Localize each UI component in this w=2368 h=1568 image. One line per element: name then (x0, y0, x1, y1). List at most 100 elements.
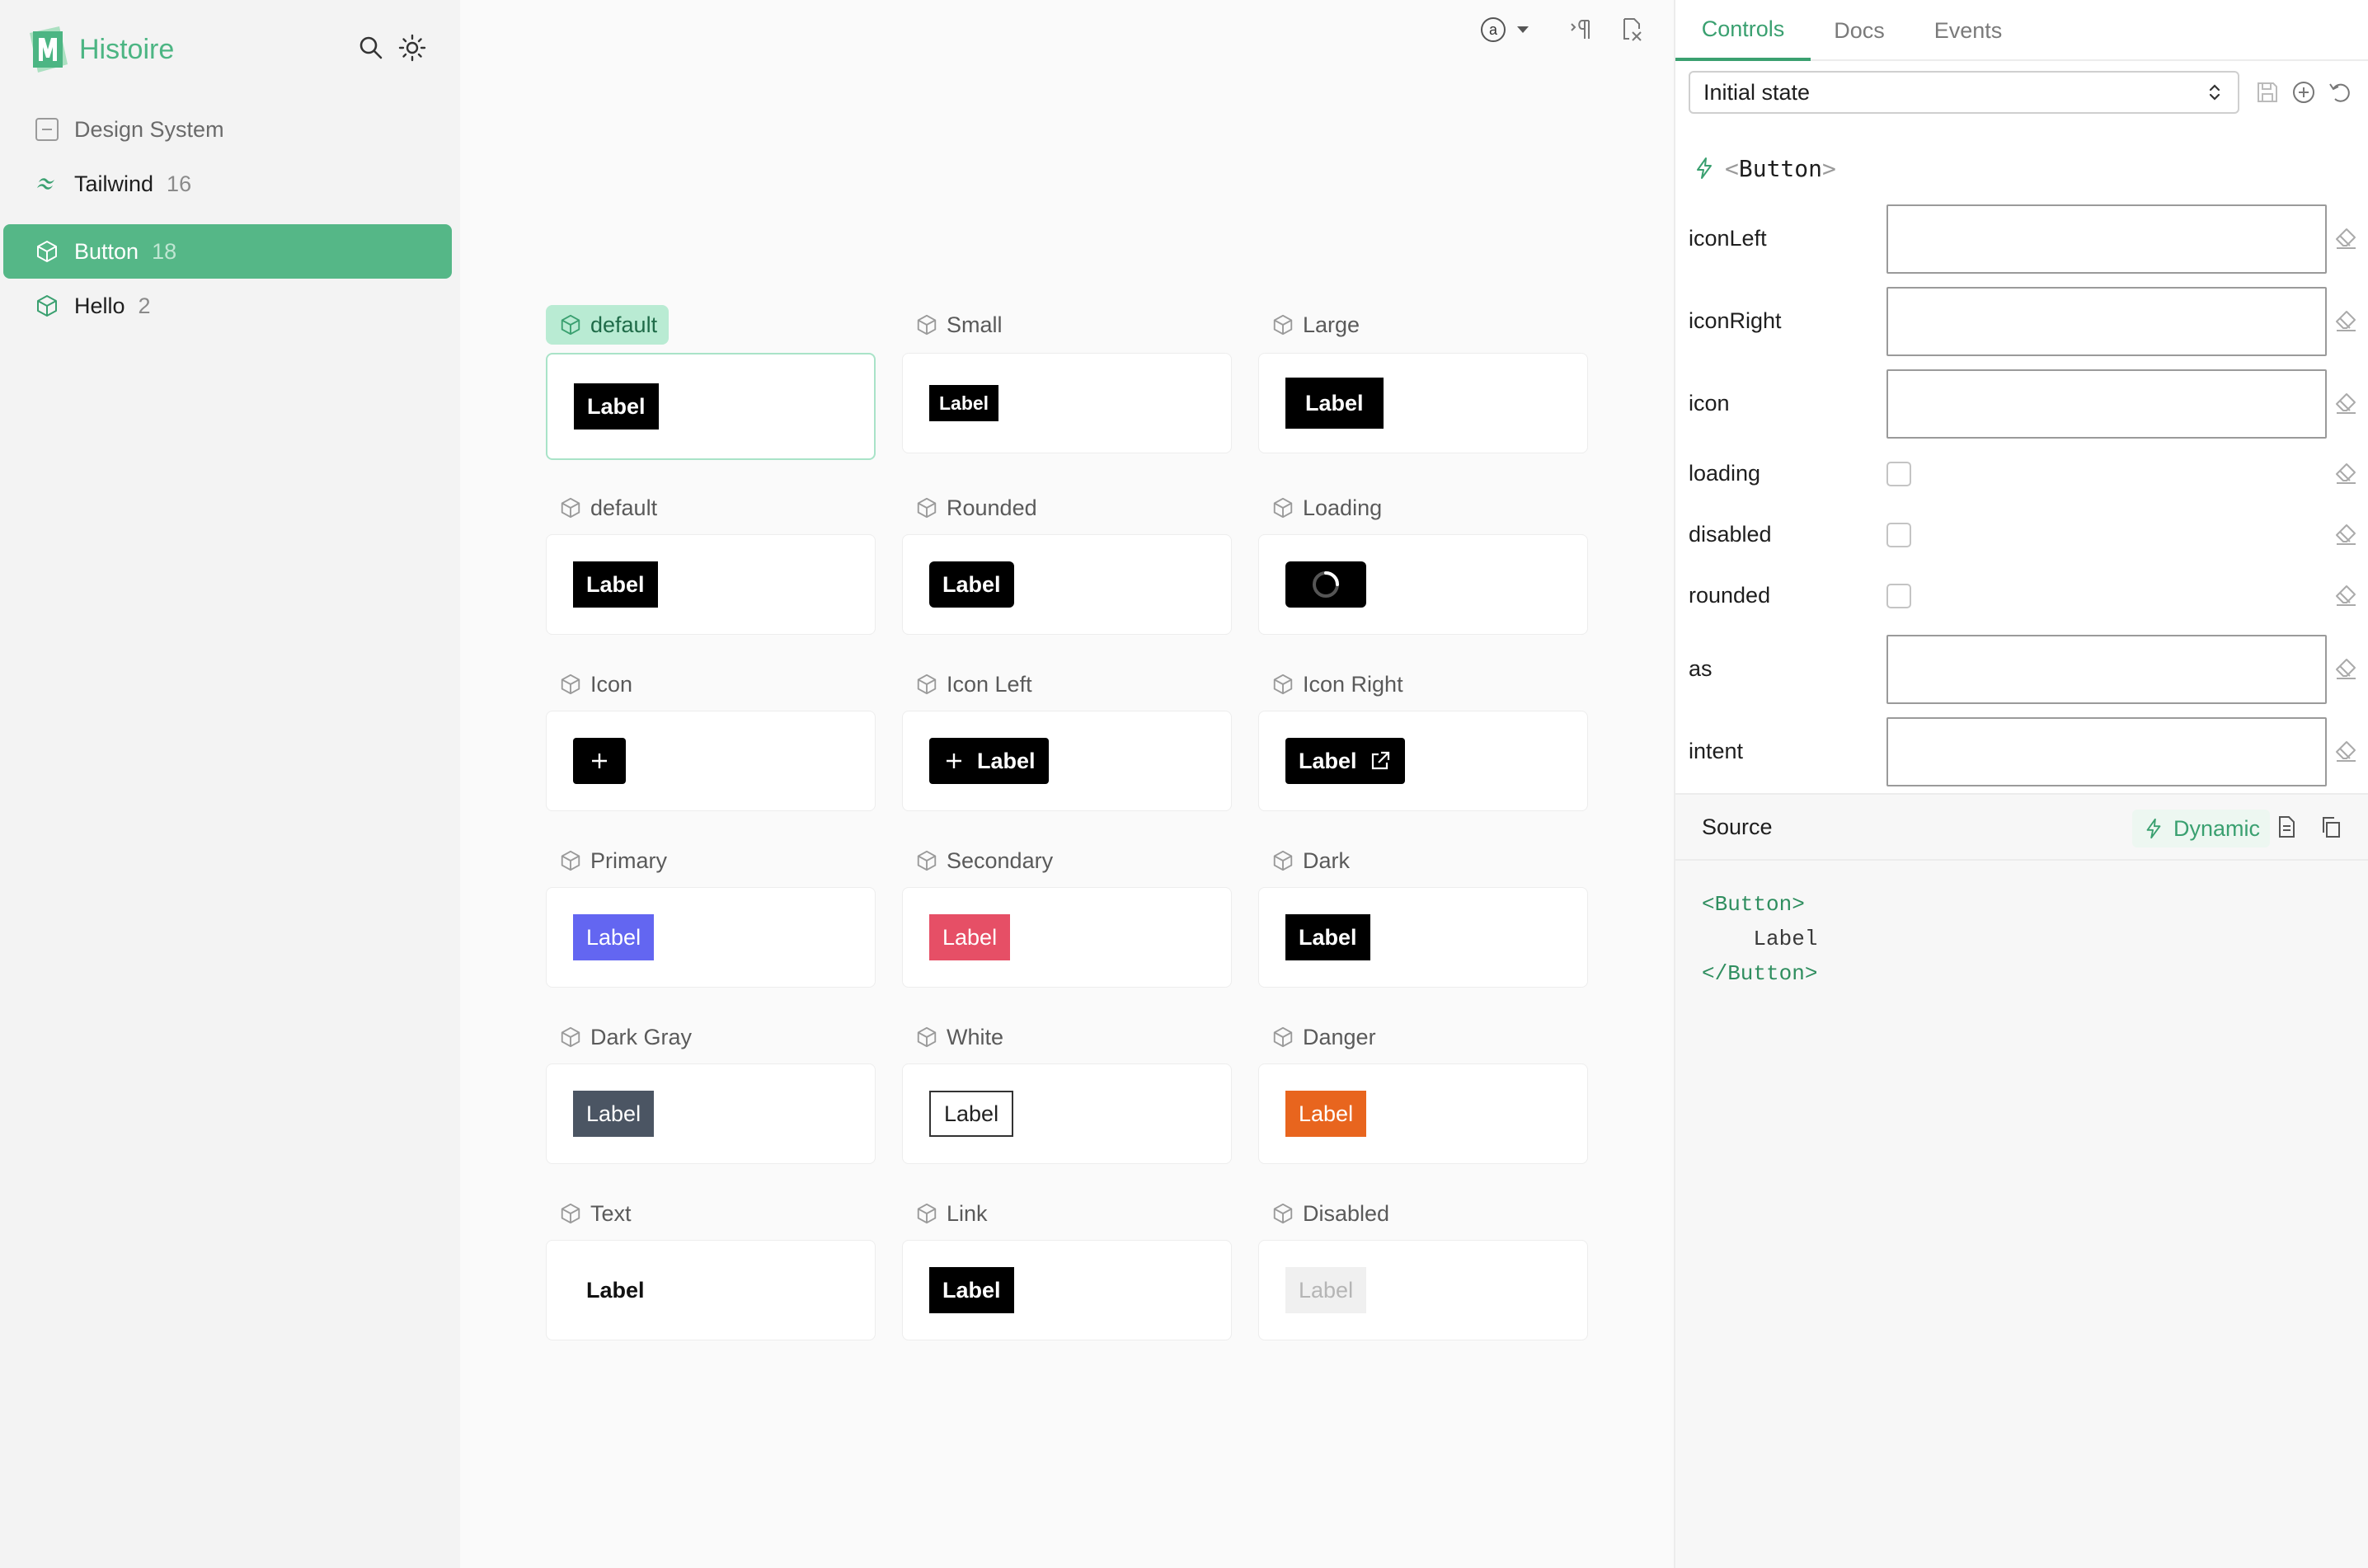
variant-preview-link[interactable]: Label (902, 1240, 1232, 1340)
preview-button[interactable]: Label (573, 1267, 658, 1313)
variant-title-small[interactable]: Small (902, 305, 1014, 345)
variant-title-icon-right[interactable]: Icon Right (1258, 664, 1415, 704)
eraser-icon (2336, 741, 2356, 762)
variant-title-link[interactable]: Link (902, 1194, 999, 1233)
cube-icon (561, 314, 580, 336)
reset-control-intent[interactable] (2333, 739, 2360, 765)
control-input-icon[interactable] (1886, 369, 2327, 439)
copy-source-button[interactable] (2319, 815, 2345, 841)
variant-preview-disabled[interactable]: Label (1258, 1240, 1588, 1340)
brand[interactable]: Histoire (26, 23, 174, 76)
preview-button[interactable]: Label (573, 561, 658, 608)
tree-folder-design-system[interactable]: Design System (3, 102, 452, 157)
save-state-button[interactable] (2254, 79, 2281, 106)
preview-button[interactable]: Label (1285, 738, 1405, 784)
tab-events[interactable]: Events (1908, 0, 2028, 61)
reset-control-as[interactable] (2333, 656, 2360, 683)
tree-item-hello[interactable]: Hello 2 (3, 279, 452, 333)
variant-title-default[interactable]: default (546, 488, 669, 528)
preview-button[interactable] (1285, 561, 1366, 608)
preview-button[interactable]: Label (1285, 1091, 1367, 1137)
tab-controls[interactable]: Controls (1675, 0, 1811, 61)
variant-title-dark-gray[interactable]: Dark Gray (546, 1017, 703, 1057)
story-stage: a default Label Small Label Large Label defaul… (460, 0, 1674, 1568)
variant-preview-text[interactable]: Label (546, 1240, 876, 1340)
variant-title-default[interactable]: default (546, 305, 670, 345)
reset-control-disabled[interactable] (2333, 522, 2360, 548)
variant-preview-large[interactable]: Label (1258, 353, 1588, 453)
control-input-intent[interactable] (1886, 717, 2327, 786)
tab-docs[interactable]: Docs (1811, 0, 1908, 61)
responsive-toggle[interactable] (1567, 13, 1595, 46)
variant-preview-primary[interactable]: Label (546, 887, 876, 988)
reset-state-button[interactable] (2327, 79, 2353, 106)
reset-control-icon[interactable] (2333, 391, 2360, 417)
preview-button[interactable]: Label (929, 1267, 1014, 1313)
control-input-iconright[interactable] (1886, 287, 2327, 356)
variant-preview-icon[interactable] (546, 711, 876, 811)
variant-title-rounded[interactable]: Rounded (902, 488, 1049, 528)
reset-control-iconright[interactable] (2333, 308, 2360, 335)
background-toggle[interactable] (1618, 13, 1646, 46)
reset-control-iconleft[interactable] (2333, 226, 2360, 252)
control-checkbox-loading[interactable] (1886, 462, 1911, 486)
tree-item-tailwind[interactable]: Tailwind 16 (3, 157, 452, 211)
variant-preview-dark[interactable]: Label (1258, 887, 1588, 988)
control-checkbox-rounded[interactable] (1886, 584, 1911, 608)
preview-button[interactable]: Label (929, 738, 1049, 784)
variant-title-dark[interactable]: Dark (1258, 841, 1361, 880)
variant-preview-loading[interactable] (1258, 534, 1588, 635)
preview-button[interactable] (573, 738, 626, 784)
cube-icon (1273, 497, 1293, 519)
variant-preview-dark-gray[interactable]: Label (546, 1063, 876, 1164)
variant-title-label: default (590, 495, 658, 520)
variant-preview-default[interactable]: Label (546, 353, 876, 460)
variant-title-text[interactable]: Text (546, 1194, 643, 1233)
button-label: Label (942, 1277, 1001, 1303)
variant-title-white[interactable]: White (902, 1017, 1015, 1057)
source-code[interactable]: <Button> Label </Button> (1702, 887, 2345, 991)
variant-title-danger[interactable]: Danger (1258, 1017, 1388, 1057)
preview-button[interactable]: Label (1285, 378, 1384, 429)
variant-preview-danger[interactable]: Label (1258, 1063, 1588, 1164)
variant-title-primary[interactable]: Primary (546, 841, 679, 880)
variant-preview-icon-left[interactable]: Label (902, 711, 1232, 811)
control-input-iconleft[interactable] (1886, 204, 2327, 274)
add-state-button[interactable] (2290, 79, 2317, 106)
tree-item-label: Tailwind (74, 171, 154, 196)
variant-preview-white[interactable]: Label (902, 1063, 1232, 1164)
preview-button[interactable]: Label (1285, 1267, 1367, 1313)
static-source-button[interactable] (2274, 815, 2300, 841)
preview-button[interactable]: Label (929, 561, 1014, 608)
theme-toggle-button[interactable] (397, 33, 427, 63)
preview-button[interactable]: Label (573, 1091, 655, 1137)
control-checkbox-disabled[interactable] (1886, 523, 1911, 547)
preview-button[interactable]: Label (929, 385, 999, 421)
text-direction-toggle[interactable]: a (1479, 13, 1537, 46)
preview-button[interactable]: Label (574, 383, 659, 430)
dynamic-source-toggle[interactable]: Dynamic (2132, 810, 2271, 847)
preview-button[interactable]: Label (573, 914, 655, 960)
preview-button[interactable]: Label (929, 914, 1011, 960)
variant-title-icon-left[interactable]: Icon Left (902, 664, 1044, 704)
reset-control-rounded[interactable] (2333, 583, 2360, 609)
cube-icon (1273, 674, 1293, 695)
state-select[interactable]: Initial state (1689, 71, 2239, 114)
reset-control-loading[interactable] (2333, 461, 2360, 487)
variant-preview-icon-right[interactable]: Label (1258, 711, 1588, 811)
tree-item-button[interactable]: Button 18 (3, 224, 452, 279)
preview-button[interactable]: Label (1285, 914, 1370, 960)
search-button[interactable] (356, 33, 386, 63)
variant-title-large[interactable]: Large (1258, 305, 1371, 345)
variant-preview-secondary[interactable]: Label (902, 887, 1232, 988)
variant-title-icon[interactable]: Icon (546, 664, 644, 704)
variant-title-disabled[interactable]: Disabled (1258, 1194, 1401, 1233)
variant-preview-small[interactable]: Label (902, 353, 1232, 453)
variant-title-secondary[interactable]: Secondary (902, 841, 1064, 880)
button-label: Label (1299, 748, 1357, 773)
variant-title-loading[interactable]: Loading (1258, 488, 1393, 528)
variant-preview-default[interactable]: Label (546, 534, 876, 635)
variant-preview-rounded[interactable]: Label (902, 534, 1232, 635)
preview-button[interactable]: Label (929, 1091, 1014, 1137)
control-input-as[interactable] (1886, 635, 2327, 704)
